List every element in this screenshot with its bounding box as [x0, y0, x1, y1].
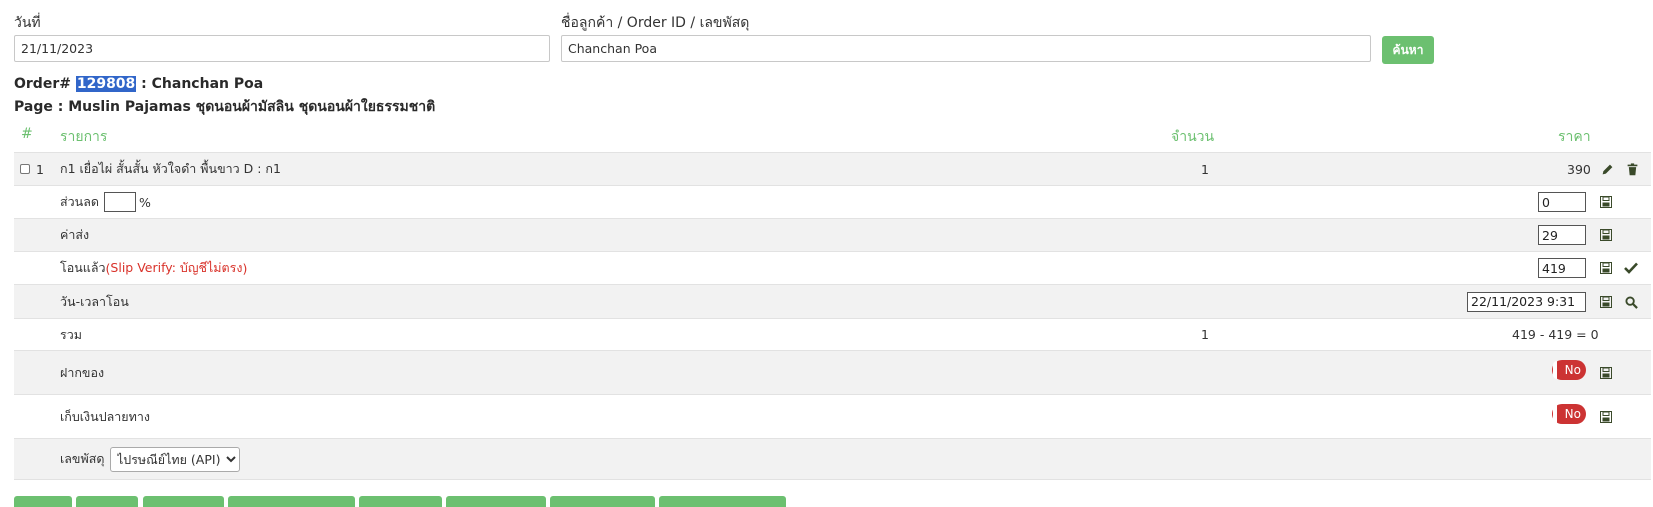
customer-search-label: ชื่อลูกค้า / Order ID / เลขพัสดุ: [561, 15, 750, 31]
table-row-transfer-time: วัน-เวลาโอน: [14, 284, 1651, 318]
order-title: Order# 129808 : Chanchan Poa: [14, 76, 263, 92]
total-qty: 1: [1201, 327, 1209, 342]
action-button-5[interactable]: [359, 496, 442, 507]
action-button-8[interactable]: [659, 496, 786, 507]
trash-icon[interactable]: [1624, 161, 1640, 177]
discount-input[interactable]: [1538, 192, 1586, 212]
save-icon[interactable]: [1598, 194, 1614, 210]
save-icon[interactable]: [1598, 294, 1614, 310]
paid-input[interactable]: [1538, 258, 1586, 278]
discount-label: ส่วนลด: [60, 194, 99, 209]
order-customer: : Chanchan Poa: [136, 76, 264, 92]
action-button-2[interactable]: [76, 496, 138, 507]
search-button[interactable]: ค้นหา: [1382, 36, 1434, 64]
table-row-cod: เก็บเงินปลายทาง No: [14, 394, 1651, 438]
total-formula: 419 - 419 = 0: [1512, 327, 1599, 342]
slip-verify-close: ): [242, 260, 248, 276]
order-id: 129808: [75, 76, 137, 92]
paid-label: โอนแล้ว: [60, 260, 106, 275]
check-icon[interactable]: [1623, 260, 1639, 276]
item-name: ก1 เยื่อไผ่ สั้นสั้น หัวใจดำ พื้นขาว D :…: [60, 161, 281, 176]
shipping-label: ค่าส่ง: [60, 227, 90, 242]
save-icon[interactable]: [1598, 365, 1614, 381]
deposit-toggle[interactable]: No: [1552, 360, 1586, 380]
action-button-4[interactable]: [228, 496, 355, 507]
item-qty: 1: [1201, 161, 1209, 177]
action-button-1[interactable]: [14, 496, 72, 507]
tracking-label: เลขพัสดุ: [60, 451, 105, 466]
action-button-3[interactable]: [143, 496, 224, 507]
table-row-item: 1 ก1 เยื่อไผ่ สั้นสั้น หัวใจดำ พื้นขาว D…: [14, 152, 1651, 185]
table-row-deposit: ฝากของ No: [14, 350, 1651, 394]
deposit-label: ฝากของ: [60, 364, 105, 380]
item-checkbox[interactable]: [20, 164, 30, 174]
shipping-input[interactable]: [1538, 225, 1586, 245]
header-item: รายการ: [60, 129, 108, 145]
item-index: 1: [36, 161, 44, 177]
table-row-shipping: ค่าส่ง: [14, 218, 1651, 251]
transfer-time-label: วัน-เวลาโอน: [60, 293, 129, 309]
action-button-6[interactable]: [446, 496, 546, 507]
save-icon[interactable]: [1598, 409, 1614, 425]
cod-label: เก็บเงินปลายทาง: [60, 408, 150, 424]
save-icon[interactable]: [1598, 227, 1614, 243]
customer-search-input[interactable]: [561, 35, 1371, 62]
discount-percent-input[interactable]: [104, 192, 136, 212]
header-price: ราคา: [1558, 129, 1591, 145]
table-row-tracking: เลขพัสดุ ไปรษณีย์ไทย (API): [14, 438, 1651, 480]
table-row-total: รวม 1 419 - 419 = 0: [14, 318, 1651, 350]
save-icon[interactable]: [1598, 260, 1614, 276]
discount-percent-sign: %: [139, 194, 151, 210]
date-input[interactable]: [14, 35, 550, 62]
table-row-discount: ส่วนลด %: [14, 185, 1651, 218]
header-qty: จำนวน: [1171, 129, 1215, 145]
table-row-paid: โอนแล้ว (Slip Verify: บัญชีไม่ตรง): [14, 251, 1651, 284]
item-price: 390: [1567, 161, 1591, 177]
slip-verify-note: Slip Verify: บัญชีไม่ตรง: [110, 260, 243, 275]
search-icon[interactable]: [1623, 294, 1639, 310]
order-prefix: Order#: [14, 76, 76, 92]
header-index: #: [21, 126, 33, 142]
order-page-line: Page : Muslin Pajamas ชุดนอนผ้ามัสลิน ชุ…: [14, 99, 436, 115]
pencil-icon[interactable]: [1599, 161, 1615, 177]
date-label: วันที่: [14, 15, 41, 31]
cod-toggle[interactable]: No: [1552, 404, 1586, 424]
action-button-7[interactable]: [550, 496, 655, 507]
total-label: รวม: [60, 326, 82, 342]
transfer-time-input[interactable]: [1467, 291, 1586, 312]
carrier-select[interactable]: ไปรษณีย์ไทย (API): [110, 446, 240, 472]
